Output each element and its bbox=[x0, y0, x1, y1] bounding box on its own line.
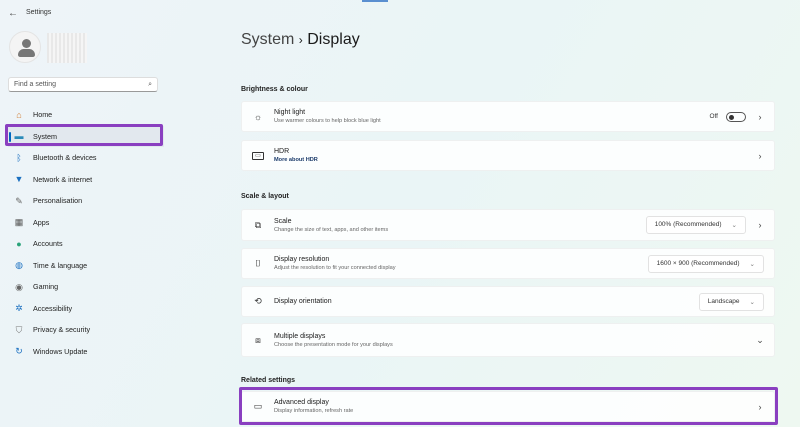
night-light-state: Off bbox=[709, 113, 718, 120]
sidebar-item-home[interactable]: ⌂ Home bbox=[8, 104, 164, 126]
sidebar-item-apps[interactable]: ▦ Apps bbox=[8, 212, 164, 234]
resolution-card[interactable]: ⌷ Display resolution Adjust the resolutio… bbox=[241, 248, 775, 279]
sidebar-item-accessibility[interactable]: ✲ Accessibility bbox=[8, 298, 164, 320]
resolution-title: Display resolution bbox=[274, 256, 330, 263]
gaming-icon: ◉ bbox=[15, 281, 23, 292]
sidebar-item-label: Apps bbox=[33, 217, 50, 227]
breadcrumb: System › Display bbox=[241, 31, 360, 49]
search-input[interactable]: Find a setting ⌕ bbox=[8, 77, 158, 92]
apps-icon: ▦ bbox=[14, 217, 24, 228]
sidebar-item-time-language[interactable]: ◍ Time & language bbox=[8, 255, 164, 277]
section-brightness: Brightness & colour bbox=[241, 86, 308, 93]
section-scale-layout: Scale & layout bbox=[241, 193, 289, 200]
sidebar-item-accounts[interactable]: ● Accounts bbox=[8, 233, 164, 255]
avatar[interactable] bbox=[9, 31, 41, 63]
chevron-down-icon: ⌄ bbox=[749, 260, 755, 268]
sidebar-item-label: Accessibility bbox=[33, 303, 73, 313]
hdr-title: HDR bbox=[274, 148, 290, 155]
sidebar-item-network-internet[interactable]: ▼ Network & internet bbox=[8, 169, 164, 191]
orientation-card[interactable]: ⟲ Display orientation Landscape ⌄ bbox=[241, 286, 775, 317]
brush-icon: ✎ bbox=[15, 195, 23, 206]
accounts-icon: ● bbox=[16, 238, 22, 249]
breadcrumb-parent[interactable]: System bbox=[241, 31, 294, 48]
highlight-box-system bbox=[5, 124, 163, 146]
sidebar-item-label: Home bbox=[33, 110, 53, 120]
search-placeholder: Find a setting bbox=[14, 81, 57, 88]
resolution-dropdown[interactable]: 1600 × 900 (Recommended) ⌄ bbox=[647, 254, 764, 273]
scale-dropdown[interactable]: 100% (Recommended) ⌄ bbox=[645, 216, 746, 234]
chevron-right-icon[interactable]: › bbox=[756, 151, 764, 161]
sidebar-item-label: Windows Update bbox=[33, 346, 88, 356]
highlight-box-advanced-display bbox=[239, 387, 778, 425]
night-light-subtitle: Use warmer colours to help block blue li… bbox=[274, 118, 381, 124]
orientation-title: Display orientation bbox=[274, 298, 332, 305]
chevron-down-icon: ⌄ bbox=[749, 298, 755, 306]
orientation-value: Landscape bbox=[707, 297, 740, 305]
sidebar-item-label: Accounts bbox=[33, 239, 63, 249]
multiple-displays-title: Multiple displays bbox=[274, 332, 326, 340]
sidebar-item-windows-update[interactable]: ↻ Windows Update bbox=[8, 341, 164, 363]
night-light-title: Night light bbox=[274, 109, 306, 116]
scale-icon: ⧉ bbox=[254, 219, 262, 230]
resolution-icon: ⌷ bbox=[255, 258, 261, 268]
chevron-right-icon[interactable]: › bbox=[756, 220, 764, 230]
multiple-displays-subtitle: Choose the presentation mode for your di… bbox=[274, 341, 393, 348]
scale-value: 100% (Recommended) bbox=[654, 221, 722, 228]
brightness-icon: ☼ bbox=[253, 111, 263, 122]
shield-icon: ⛉ bbox=[15, 324, 23, 335]
user-name-redacted bbox=[47, 33, 87, 63]
sidebar-item-label: Time & language bbox=[33, 260, 88, 270]
search-icon: ⌕ bbox=[148, 81, 152, 88]
home-icon: ⌂ bbox=[16, 109, 22, 120]
chevron-down-icon[interactable]: ⌄ bbox=[756, 335, 764, 346]
chevron-down-icon: ⌄ bbox=[731, 222, 737, 229]
sidebar-item-bluetooth-devices[interactable]: ᛒ Bluetooth & devices bbox=[8, 147, 164, 169]
night-light-card[interactable]: ☼ Night light Use warmer colours to help … bbox=[241, 101, 775, 132]
breadcrumb-separator: › bbox=[298, 33, 303, 47]
hdr-card[interactable]: ▭ HDR More about HDR › bbox=[241, 140, 775, 171]
resolution-subtitle: Adjust the resolution to fit your connec… bbox=[274, 265, 396, 271]
back-arrow-icon[interactable]: ← bbox=[8, 8, 18, 19]
orientation-dropdown[interactable]: Landscape ⌄ bbox=[698, 292, 764, 311]
scale-title: Scale bbox=[274, 217, 292, 225]
sidebar-item-label: Network & internet bbox=[33, 174, 93, 184]
page-title: Display bbox=[307, 31, 360, 48]
title-bar-accent bbox=[362, 0, 388, 2]
night-light-toggle[interactable] bbox=[726, 111, 746, 122]
wifi-icon: ▼ bbox=[14, 174, 24, 185]
hdr-link[interactable]: More about HDR bbox=[274, 157, 746, 163]
sidebar-item-label: Privacy & security bbox=[33, 325, 91, 335]
sidebar-item-personalisation[interactable]: ✎ Personalisation bbox=[8, 190, 164, 212]
hdr-icon: ▭ bbox=[252, 151, 264, 160]
orientation-icon: ⟲ bbox=[254, 296, 262, 306]
scale-subtitle: Change the size of text, apps, and other… bbox=[274, 226, 389, 233]
globe-icon: ◍ bbox=[15, 260, 23, 271]
sidebar-item-label: Bluetooth & devices bbox=[33, 153, 97, 163]
section-related: Related settings bbox=[241, 377, 296, 384]
sidebar-item-gaming[interactable]: ◉ Gaming bbox=[8, 276, 164, 298]
update-icon: ↻ bbox=[15, 346, 23, 357]
multiple-displays-card[interactable]: ⧈ Multiple displays Choose the presentati… bbox=[241, 323, 775, 357]
sidebar-item-privacy-security[interactable]: ⛉ Privacy & security bbox=[8, 319, 164, 341]
resolution-value: 1600 × 900 (Recommended) bbox=[656, 259, 740, 267]
sidebar-item-label: Personalisation bbox=[33, 196, 83, 206]
scale-card[interactable]: ⧉ Scale Change the size of text, apps, an… bbox=[241, 209, 775, 241]
sidebar-item-label: Gaming bbox=[33, 282, 59, 292]
accessibility-icon: ✲ bbox=[15, 303, 23, 314]
bluetooth-icon: ᛒ bbox=[16, 152, 22, 163]
chevron-right-icon[interactable]: › bbox=[756, 112, 764, 122]
multiple-displays-icon: ⧈ bbox=[255, 334, 261, 345]
app-title: Settings bbox=[26, 9, 52, 16]
